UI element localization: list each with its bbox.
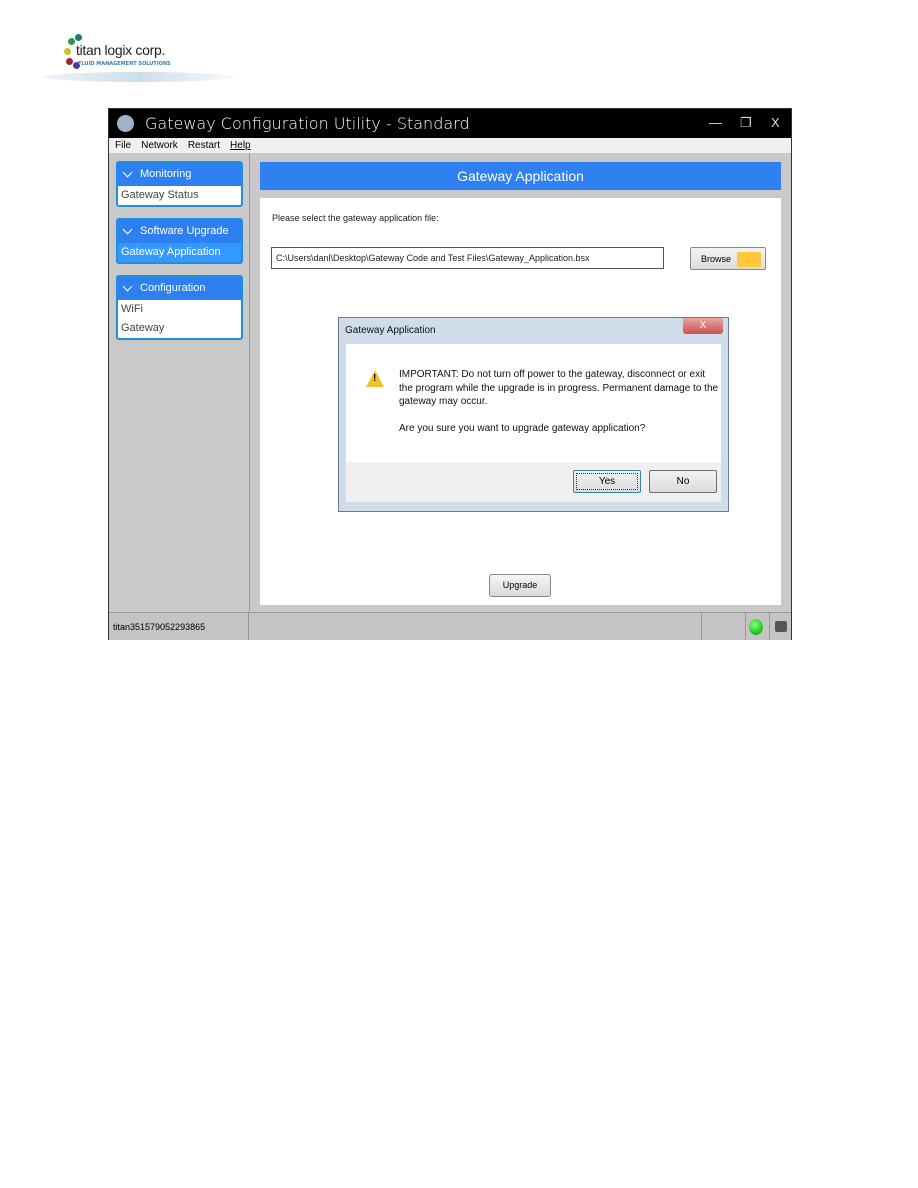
menu-restart[interactable]: Restart — [188, 140, 220, 151]
dialog-message: IMPORTANT: Do not turn off power to the … — [399, 369, 719, 407]
title-bar: Gateway Configuration Utility - Standard… — [109, 109, 791, 138]
company-logo: titan logix corp. FLUID MANAGEMENT SOLUT… — [44, 28, 234, 98]
menu-network[interactable]: Network — [141, 140, 178, 151]
sidebar-item-gateway-status[interactable]: Gateway Status — [118, 186, 241, 205]
file-path-input[interactable]: C:\Users\danl\Desktop\Gateway Code and T… — [271, 247, 664, 269]
sidebar-header-configuration[interactable]: Configuration — [118, 277, 241, 300]
sidebar-group-configuration: Configuration WiFi Gateway — [116, 275, 243, 340]
minimize-button[interactable]: — — [709, 115, 722, 130]
window-title: Gateway Configuration Utility - Standard — [145, 114, 470, 133]
menu-file[interactable]: File — [115, 140, 131, 151]
maximize-button[interactable]: ❐ — [740, 115, 752, 131]
dialog-question: Are you sure you want to upgrade gateway… — [399, 422, 646, 434]
confirm-dialog: Gateway Application X IMPORTANT: Do not … — [338, 317, 729, 512]
sidebar-group-software-upgrade: Software Upgrade Gateway Application — [116, 218, 243, 264]
no-button[interactable]: No — [649, 470, 717, 493]
yes-button[interactable]: Yes — [573, 470, 641, 493]
close-button[interactable]: X — [771, 115, 780, 130]
folder-icon — [737, 252, 761, 267]
connection-status-icon — [749, 619, 763, 635]
dialog-close-button[interactable]: X — [683, 318, 723, 334]
logo-tagline: FLUID MANAGEMENT SOLUTIONS — [78, 61, 171, 67]
sidebar-header-monitoring[interactable]: Monitoring — [118, 163, 241, 186]
sidebar-group-monitoring: Monitoring Gateway Status — [116, 161, 243, 207]
menu-bar: File Network Restart Help — [109, 138, 791, 153]
warning-icon — [366, 370, 384, 387]
browse-button[interactable]: Browse — [690, 247, 766, 270]
file-prompt: Please select the gateway application fi… — [272, 213, 439, 223]
device-id: titan351579052293865 — [113, 622, 206, 632]
upgrade-button[interactable]: Upgrade — [489, 574, 551, 597]
status-bar: titan351579052293865 — [109, 612, 791, 640]
app-icon — [117, 115, 134, 132]
sidebar-item-gateway-application[interactable]: Gateway Application — [118, 243, 241, 262]
page-title: Gateway Application — [260, 162, 781, 190]
device-icon — [775, 621, 787, 632]
sidebar-header-software-upgrade[interactable]: Software Upgrade — [118, 220, 241, 243]
logo-brand: titan logix corp. — [76, 42, 166, 58]
dialog-title: Gateway Application — [345, 325, 436, 336]
sidebar-item-wifi[interactable]: WiFi — [118, 300, 241, 319]
menu-help[interactable]: Help — [230, 140, 251, 151]
browse-label: Browse — [701, 254, 732, 264]
sidebar-item-gateway[interactable]: Gateway — [118, 319, 241, 338]
